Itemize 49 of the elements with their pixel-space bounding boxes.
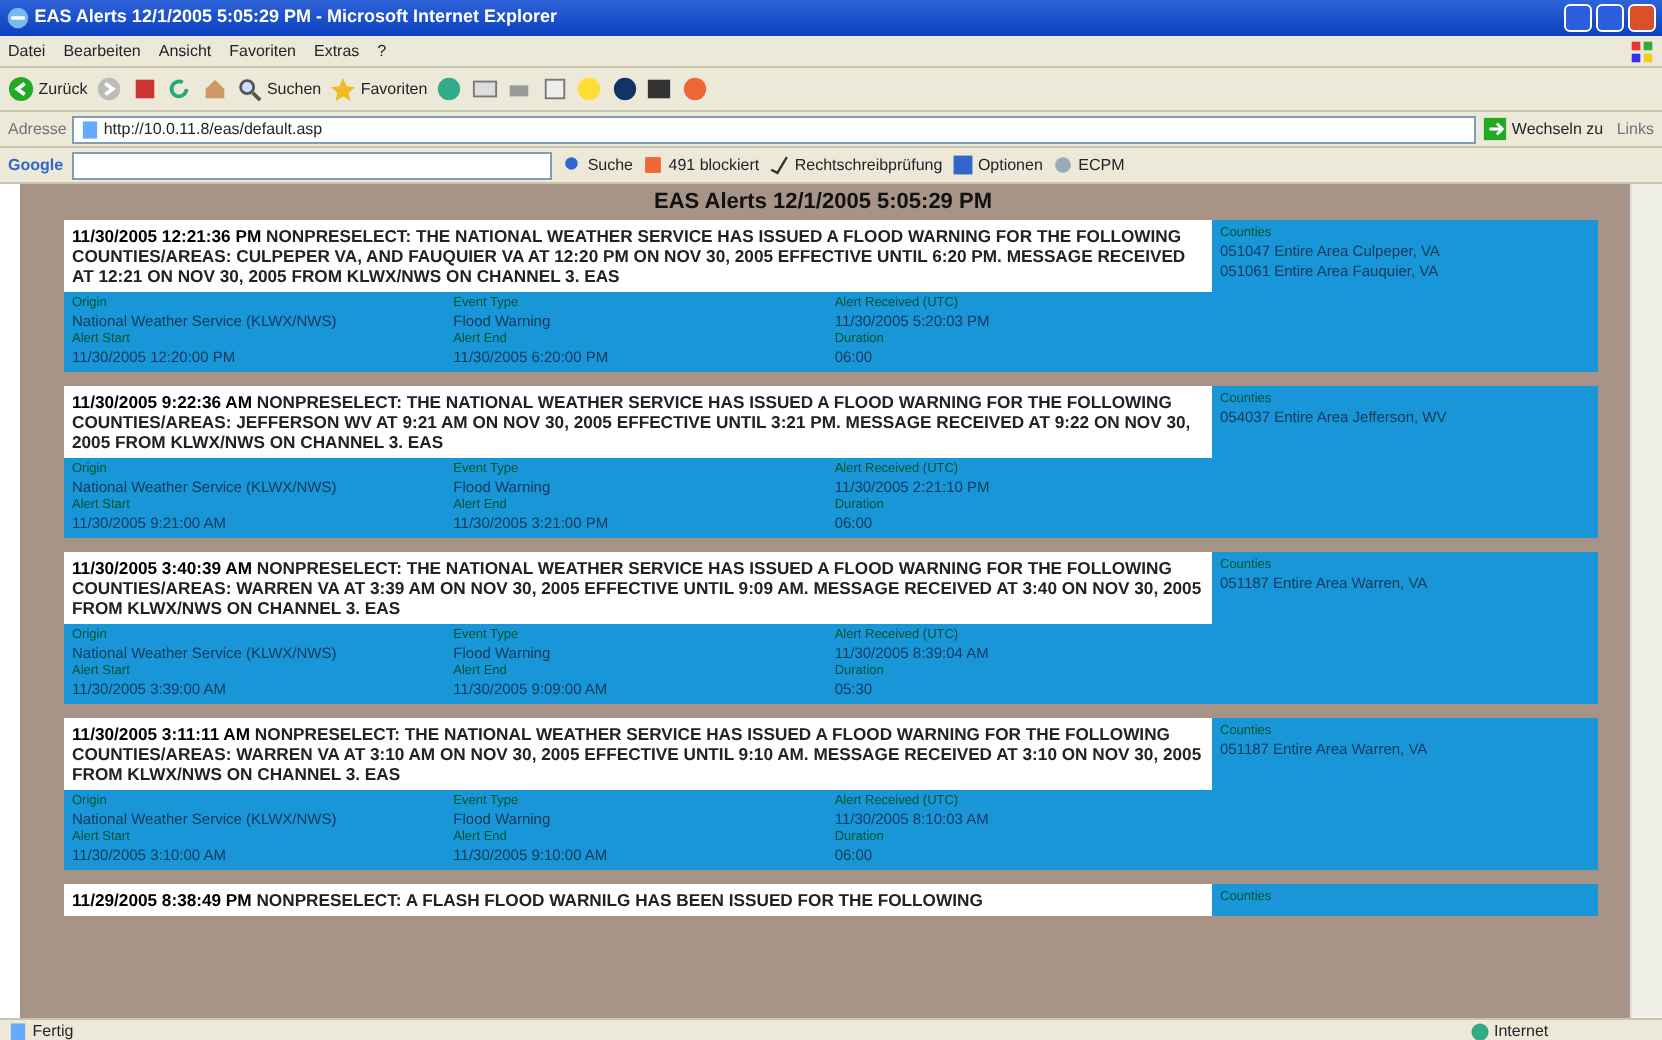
back-button[interactable]: Zurück xyxy=(8,76,88,102)
go-button[interactable]: Wechseln zu xyxy=(1481,116,1604,142)
spellcheck-button[interactable]: Rechtschreibprüfung xyxy=(768,153,943,177)
search-icon xyxy=(236,76,263,102)
alert-message: 11/30/2005 12:21:36 PM NONPRESELECT: THE NATIONAL WEATHER SERVICE HAS ISSUED A FLOOD WARNING FOR THE FOLLOWING COUNTIES/AREAS: CULPEPER VA, AND FAUQUIER VA AT 12:20 PM ON NOV 30, 2005 EFFECTIVE UNTIL 6:20 PM. MESSAGE RECEIVED AT 12:21 ON NOV 30, 2005 FROM KLWX/NWS ON CHANNEL 3. EAS xyxy=(64,220,1212,292)
url-text: http://10.0.11.8/eas/default.asp xyxy=(103,117,323,141)
stop-icon[interactable] xyxy=(131,76,158,102)
browser-icon xyxy=(6,6,30,30)
search-button[interactable]: Suche xyxy=(561,153,633,177)
maximize-button[interactable] xyxy=(1595,4,1624,32)
toolbar-icon xyxy=(1051,154,1074,176)
scrollbar[interactable] xyxy=(1630,184,1662,1018)
search-icon xyxy=(561,154,584,176)
alert-message: 11/30/2005 9:22:36 AM NONPRESELECT: THE NATIONAL WEATHER SERVICE HAS ISSUED A FLOOD WARNING FOR THE FOLLOWING COUNTIES/AREAS: JEFFERSON WV AT 9:21 AM ON NOV 30, 2005 EFFECTIVE UNTIL 3:21 PM. MESSAGE RECEIVED AT 9:22 ON NOV 30, 2005 FROM KLWX/NWS ON CHANNEL 3. EAS xyxy=(64,386,1212,458)
menu-item[interactable]: Datei xyxy=(8,39,46,63)
go-arrow-icon xyxy=(1481,116,1508,142)
page-icon xyxy=(79,119,100,139)
favorites-button[interactable]: Favoriten xyxy=(330,76,428,102)
refresh-icon[interactable] xyxy=(166,76,193,102)
toolbar-button[interactable]: ECPM xyxy=(1051,153,1125,177)
status-text: Fertig xyxy=(32,1019,76,1040)
home-icon[interactable] xyxy=(201,76,228,102)
minimize-button[interactable] xyxy=(1563,4,1591,32)
alert-message: 11/30/2005 3:11:11 AM NONPRESELECT: THE NATIONAL WEATHER SERVICE HAS ISSUED A FLOOD WARNING FOR THE FOLLOWING COUNTIES/AREAS: WARREN VA AT 3:10 AM ON NOV 30, 2005 EFFECTIVE UNTIL 9:10 AM. MESSAGE RECEIVED AT 3:10 ON NOV 30, 2005 FROM KLWX/NWS ON CHANNEL 3. EAS xyxy=(64,718,1212,790)
page-icon xyxy=(8,1021,28,1040)
alert-message: 11/29/2005 8:38:49 PM NONPRESELECT: A FLASH FLOOD WARNILG HAS BEEN ISSUED FOR THE FOLLOWING xyxy=(64,884,1212,916)
google-search-field[interactable] xyxy=(72,151,553,179)
windows-logo-icon xyxy=(1630,39,1654,63)
address-label: Adresse xyxy=(8,117,67,141)
options-button[interactable]: Optionen xyxy=(951,153,1043,177)
toolbar-icon xyxy=(768,154,791,176)
menu-item[interactable]: Favoriten xyxy=(229,39,296,63)
alert-message: 11/30/2005 3:40:39 AM NONPRESELECT: THE NATIONAL WEATHER SERVICE HAS ISSUED A FLOOD WARNING FOR THE FOLLOWING COUNTIES/AREAS: WARREN VA AT 3:39 AM ON NOV 30, 2005 EFFECTIVE UNTIL 9:09 AM. MESSAGE RECEIVED AT 3:40 ON NOV 30, 2005 FROM KLWX/NWS ON CHANNEL 3. EAS xyxy=(64,552,1212,624)
page-heading: EAS Alerts 12/1/2005 5:05:29 PM xyxy=(652,188,994,218)
menu-item[interactable]: Bearbeiten xyxy=(63,39,141,63)
star-icon xyxy=(330,76,357,102)
address-field[interactable]: http://10.0.11.8/eas/default.asp xyxy=(71,115,1477,143)
google-logo[interactable]: Google xyxy=(8,153,64,177)
toolbar-icon xyxy=(642,154,664,176)
popup-blocker-button[interactable]: 491 blockiert xyxy=(642,153,760,177)
menu-item[interactable]: Extras xyxy=(313,39,360,63)
close-button[interactable] xyxy=(1628,4,1656,32)
links-label[interactable]: Links xyxy=(1616,117,1654,141)
menu-item[interactable]: Ansicht xyxy=(158,39,212,63)
menu-item[interactable]: ? xyxy=(377,39,387,63)
toolbar-icon xyxy=(951,154,974,176)
window-title: EAS Alerts 12/1/2005 5:05:29 PM - Microsoft Internet Explorer xyxy=(34,4,560,31)
search-button[interactable]: Suchen xyxy=(236,76,322,102)
zone-text: Internet xyxy=(1494,1019,1551,1040)
